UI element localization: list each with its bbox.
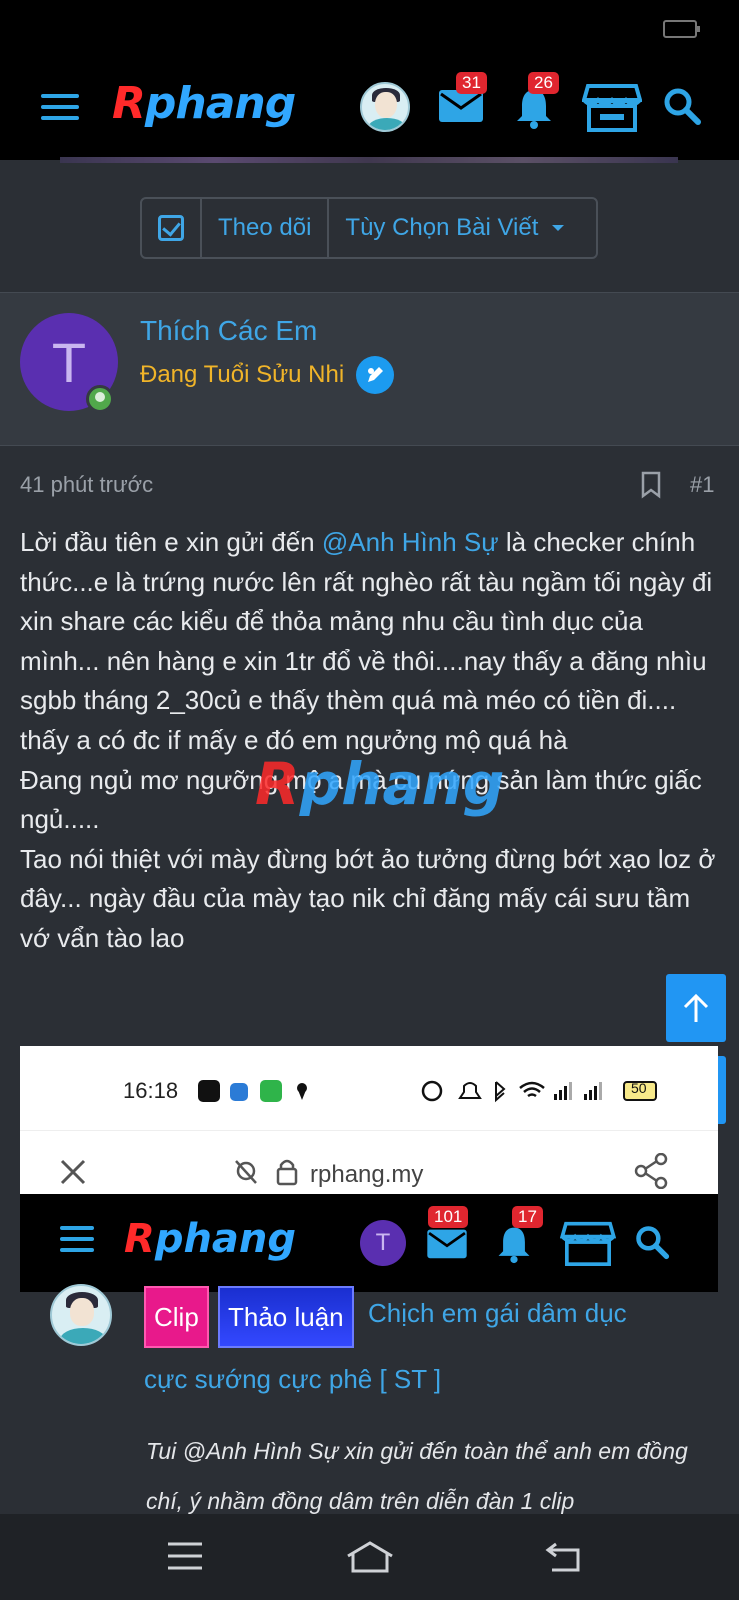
site-watermark: Rphang — [255, 750, 505, 818]
messages-icon[interactable]: 31 — [438, 72, 487, 129]
back-button[interactable] — [544, 1540, 582, 1577]
embedded-url: rphang.my — [310, 1161, 424, 1188]
tracking-lock-icons — [235, 1159, 298, 1186]
post-timestamp[interactable]: 41 phút trước — [20, 472, 153, 498]
embedded-notifications-icon: 17 — [494, 1206, 543, 1269]
embedded-messages-icon: 101 — [426, 1206, 469, 1265]
embedded-messages-badge: 101 — [428, 1206, 469, 1228]
status-app-icons — [198, 1080, 307, 1102]
notifications-badge: 26 — [528, 72, 559, 94]
embedded-battery-level: 50 — [631, 1080, 647, 1096]
quoted-text: Tui @Anh Hình Sự xin gửi đến toàn thể an… — [146, 1438, 688, 1514]
scroll-top-button[interactable] — [666, 974, 726, 1042]
site-logo[interactable]: Rphang — [112, 78, 296, 129]
post-paragraph-1: Lời đầu tiên e xin gửi đến @Anh Hình Sự … — [20, 527, 713, 755]
status-bar — [0, 0, 739, 50]
system-nav-bar — [0, 1514, 739, 1600]
quoted-author-avatar — [50, 1284, 112, 1346]
embedded-status-bar: 16:18 50 — [20, 1046, 718, 1130]
thread-actions-bar: Theo dõi Tùy Chọn Bài Viết — [140, 197, 598, 259]
banner-image — [60, 157, 678, 163]
store-icon[interactable] — [581, 82, 643, 137]
author-card: T Thích Các Em Đang Tuổi Sửu Nhi — [0, 292, 739, 446]
close-icon[interactable] — [58, 1157, 88, 1187]
battery-icon — [663, 20, 700, 38]
embedded-avatar: T — [360, 1220, 406, 1266]
tag-clip: Clip — [144, 1286, 209, 1348]
tag-thao-luan: Thảo luận — [218, 1286, 354, 1348]
author-title-row: Đang Tuổi Sửu Nhi — [140, 356, 395, 394]
post-options-dropdown[interactable]: Tùy Chọn Bài Viết — [329, 199, 580, 257]
user-mention-link[interactable]: @Anh Hình Sự — [322, 527, 499, 557]
online-status-icon — [86, 385, 114, 413]
quoted-title-line2: cực sướng cực phê [ ST ] — [144, 1364, 442, 1394]
messages-badge: 31 — [456, 72, 487, 94]
post-content: Lời đầu tiên e xin gửi đến @Anh Hình Sự … — [20, 523, 720, 959]
follow-button[interactable]: Theo dõi — [202, 199, 330, 257]
embedded-time: 16:18 — [123, 1078, 179, 1103]
recents-button[interactable] — [166, 1540, 204, 1577]
embedded-screenshot[interactable]: 16:18 50 rphang.my Rphang T 101 17 — [20, 1046, 718, 1292]
user-avatar[interactable] — [360, 82, 410, 132]
menu-icon[interactable] — [41, 94, 79, 122]
status-system-icons — [421, 1080, 657, 1103]
quoted-title-line1: Chịch em gái dâm dục — [368, 1298, 627, 1328]
author-title: Đang Tuổi Sửu Nhi — [140, 361, 345, 388]
embedded-menu-icon — [60, 1226, 94, 1252]
post-paragraph-3: Tao nói thiệt với mày đừng bớt ảo tưởng … — [20, 843, 716, 953]
embedded-logo: Rphang — [124, 1216, 297, 1262]
share-icon[interactable] — [634, 1153, 670, 1189]
notifications-icon[interactable]: 26 — [512, 72, 559, 135]
post-number[interactable]: #1 — [690, 472, 714, 498]
caret-down-icon — [552, 225, 565, 231]
checkbox-icon — [158, 215, 184, 241]
search-icon[interactable] — [662, 86, 702, 131]
embedded-app-header: Rphang T 101 17 — [20, 1194, 718, 1292]
app-header: Rphang 31 26 — [0, 50, 739, 160]
post-options-label: Tùy Chọn Bài Viết — [345, 214, 539, 241]
embedded-search-icon — [634, 1224, 670, 1265]
bookmark-icon[interactable] — [640, 471, 662, 504]
embedded-store-icon — [559, 1220, 617, 1271]
home-button[interactable] — [344, 1540, 396, 1579]
verified-pen-icon — [356, 356, 395, 394]
author-name[interactable]: Thích Các Em — [140, 315, 317, 347]
select-checkbox[interactable] — [142, 199, 202, 257]
embedded-notifications-badge: 17 — [512, 1206, 543, 1228]
